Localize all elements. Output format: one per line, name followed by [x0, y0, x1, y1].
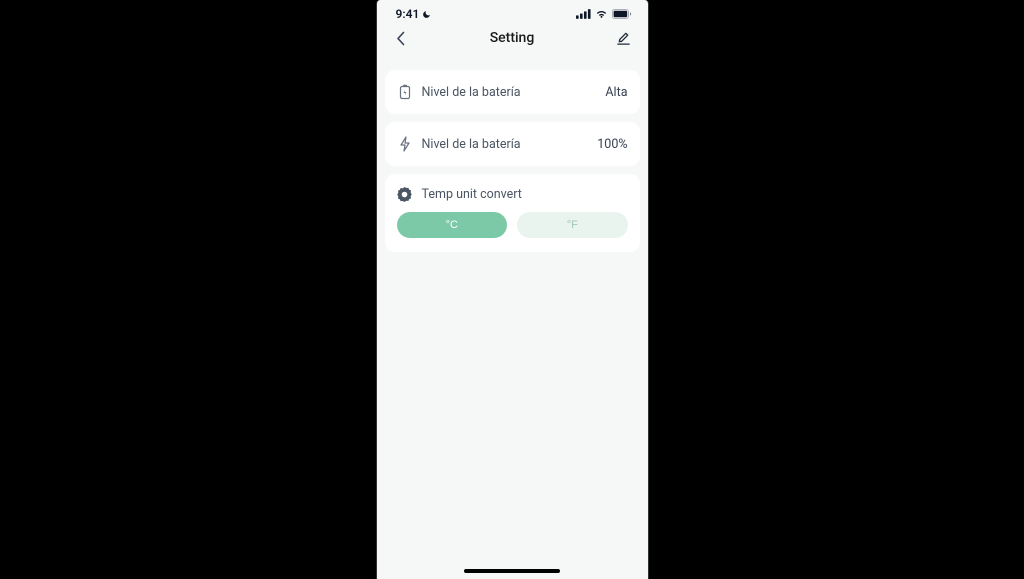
edit-icon [616, 31, 631, 46]
battery-level-value: Alta [605, 85, 627, 100]
edit-button[interactable] [614, 28, 634, 48]
battery-level-row: Nivel de la batería Alta [397, 84, 628, 100]
battery-percent-label: Nivel de la batería [422, 137, 589, 152]
status-left: 9:41 [396, 7, 432, 21]
status-time: 9:41 [396, 7, 420, 21]
back-button[interactable] [391, 28, 411, 48]
battery-charge-icon [397, 84, 413, 100]
signal-icon [576, 9, 591, 19]
content-area: Nivel de la batería Alta Nivel de la bat… [377, 56, 648, 252]
battery-level-card: Nivel de la batería Alta [385, 70, 640, 114]
page-title: Setting [411, 30, 614, 46]
battery-icon [612, 9, 632, 19]
lightning-icon [397, 136, 413, 152]
battery-percent-value: 100% [597, 137, 627, 152]
temp-unit-card: Temp unit convert °C °F [385, 174, 640, 252]
moon-icon [422, 10, 431, 19]
battery-percent-row: Nivel de la batería 100% [397, 136, 628, 152]
fahrenheit-button[interactable]: °F [517, 212, 628, 238]
status-bar: 9:41 [377, 0, 648, 20]
battery-percent-card: Nivel de la batería 100% [385, 122, 640, 166]
temp-unit-header: Temp unit convert [397, 186, 628, 202]
temp-unit-label: Temp unit convert [422, 187, 628, 202]
celsius-button[interactable]: °C [397, 212, 508, 238]
home-indicator[interactable] [464, 569, 560, 573]
temp-unit-toggle: °C °F [397, 212, 628, 238]
battery-level-label: Nivel de la batería [422, 85, 597, 100]
nav-bar: Setting [377, 20, 648, 56]
wifi-icon [595, 10, 608, 19]
status-right [576, 9, 632, 19]
gear-icon [397, 186, 413, 202]
chevron-left-icon [396, 31, 405, 46]
phone-screen: 9:41 [376, 0, 649, 579]
